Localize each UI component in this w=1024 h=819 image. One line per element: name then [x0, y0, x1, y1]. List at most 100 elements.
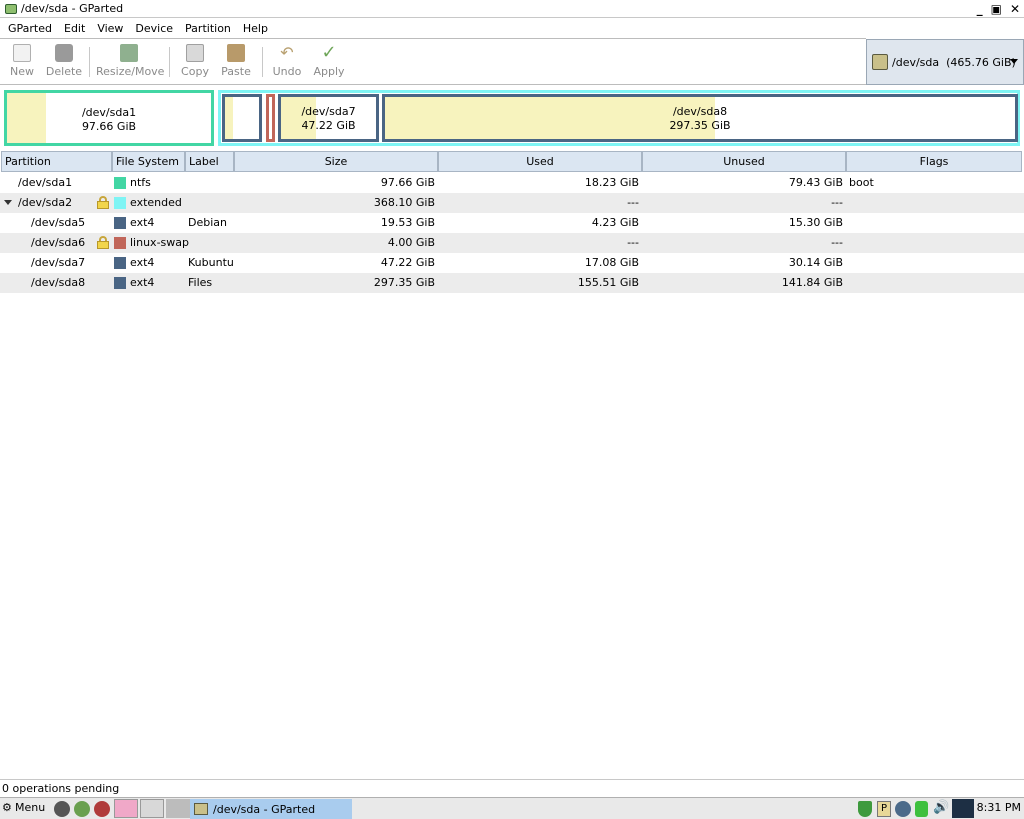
taskbar: ⚙ Menu /dev/sda - GParted P 🔊 8:31 PM — [0, 797, 1024, 819]
visual-partition-sda1[interactable]: /dev/sda1 97.66 GiB — [4, 90, 214, 146]
label-cell: Kubuntu — [188, 256, 234, 269]
visual-partition-sda5[interactable] — [222, 94, 262, 142]
visual-partition-size: 297.35 GiB — [669, 119, 731, 132]
resize-move-icon — [120, 44, 138, 62]
partition-cell: /dev/sda1 — [18, 176, 73, 189]
workspace-3-button[interactable] — [166, 799, 190, 818]
unused-cell: 141.84 GiB — [781, 276, 843, 289]
undo-button[interactable]: ↶ Undo — [270, 41, 304, 83]
taskbar-gparted-task[interactable]: /dev/sda - GParted — [190, 799, 352, 819]
expander-triangle-icon[interactable] — [4, 200, 12, 205]
filesystem-color-swatch — [114, 217, 126, 229]
column-header-unused[interactable]: Unused — [642, 151, 846, 172]
table-row[interactable]: /dev/sda6 linux-swap 4.00 GiB --- --- — [0, 233, 1024, 253]
visual-partition-name: /dev/sda1 — [81, 106, 137, 119]
filesystem-color-swatch — [114, 257, 126, 269]
clipboard-icon[interactable]: P — [877, 801, 891, 817]
menu-help[interactable]: Help — [243, 22, 268, 35]
column-header-used[interactable]: Used — [438, 151, 642, 172]
menu-view[interactable]: View — [97, 22, 123, 35]
partition-cell: /dev/sda6 — [31, 236, 86, 249]
label-cell: Files — [188, 276, 213, 289]
battery-icon[interactable] — [915, 801, 928, 817]
hexchat-icon[interactable] — [94, 801, 110, 817]
column-header-filesystem[interactable]: File System — [112, 151, 185, 172]
visual-partition-size: 47.22 GiB — [301, 119, 356, 132]
table-row[interactable]: /dev/sda2 extended 368.10 GiB --- --- — [0, 193, 1024, 213]
volume-icon[interactable]: 🔊 — [933, 801, 949, 817]
checkmark-icon: ✓ — [321, 42, 337, 63]
new-icon — [13, 44, 31, 62]
table-row[interactable]: /dev/sda5 ext4 Debian 19.53 GiB 4.23 GiB… — [0, 213, 1024, 233]
column-header-partition[interactable]: Partition — [1, 151, 112, 172]
visual-partition-sda8[interactable]: /dev/sda8 297.35 GiB — [382, 94, 1018, 142]
copy-button[interactable]: Copy — [178, 41, 212, 83]
paste-button[interactable]: Paste — [219, 41, 253, 83]
network-icon[interactable] — [895, 801, 911, 817]
harddisk-icon — [872, 54, 888, 70]
resize-move-button[interactable]: Resize/Move — [96, 41, 164, 83]
filesystem-cell: ext4 — [130, 256, 155, 269]
start-menu-button[interactable]: Menu — [15, 801, 45, 817]
filesystem-color-swatch — [114, 197, 126, 209]
task-label: /dev/sda - GParted — [213, 802, 316, 816]
menu-bar: GParted Edit View Device Partition Help — [0, 19, 1024, 38]
filesystem-cell: ext4 — [130, 216, 155, 229]
partition-table-header: Partition File System Label Size Used Un… — [0, 151, 1024, 172]
column-header-size[interactable]: Size — [234, 151, 438, 172]
partition-cell: /dev/sda8 — [31, 276, 86, 289]
filesystem-color-swatch — [114, 177, 126, 189]
delete-button[interactable]: Delete — [44, 41, 84, 83]
lock-icon — [97, 196, 109, 209]
visual-partition-name: /dev/sda8 — [672, 105, 728, 118]
toolbar-separator — [262, 47, 263, 77]
column-header-label[interactable]: Label — [185, 151, 234, 172]
maximize-icon[interactable]: ▣ — [991, 2, 1002, 16]
lock-icon — [97, 236, 109, 249]
chevron-down-icon[interactable] — [1010, 59, 1018, 64]
gparted-app-icon — [5, 3, 17, 14]
visual-partition-sda2-extended[interactable]: /dev/sda7 47.22 GiB /dev/sda8 297.35 GiB — [218, 90, 1020, 146]
used-cell: --- — [627, 196, 639, 209]
toolbar: New Delete Resize/Move Copy Paste ↶ Undo… — [0, 38, 866, 85]
visual-partition-sda7[interactable]: /dev/sda7 47.22 GiB — [278, 94, 379, 142]
used-cell: 17.08 GiB — [584, 256, 639, 269]
new-button[interactable]: New — [6, 41, 38, 83]
visual-partition-sda6[interactable] — [266, 94, 275, 142]
used-cell: 4.23 GiB — [591, 216, 639, 229]
table-row[interactable]: /dev/sda1 ntfs 97.66 GiB 18.23 GiB 79.43… — [0, 173, 1024, 193]
title-bar: /dev/sda - GParted _ ▣ ✕ — [0, 0, 1024, 18]
minimize-icon[interactable]: _ — [977, 2, 983, 16]
workspace-1-button[interactable] — [114, 799, 138, 818]
column-header-flags[interactable]: Flags — [846, 151, 1022, 172]
menu-partition[interactable]: Partition — [185, 22, 231, 35]
operations-pending-text: 0 operations pending — [2, 782, 120, 795]
table-row[interactable]: /dev/sda8 ext4 Files 297.35 GiB 155.51 G… — [0, 273, 1024, 293]
menu-edit[interactable]: Edit — [64, 22, 85, 35]
size-cell: 297.35 GiB — [373, 276, 435, 289]
unused-cell: --- — [831, 236, 843, 249]
size-cell: 47.22 GiB — [380, 256, 435, 269]
filesystem-cell: linux-swap — [130, 236, 189, 249]
table-row[interactable]: /dev/sda7 ext4 Kubuntu 47.22 GiB 17.08 G… — [0, 253, 1024, 273]
x-terminal-icon[interactable] — [54, 801, 70, 817]
browser-icon[interactable] — [74, 801, 90, 817]
menu-device[interactable]: Device — [135, 22, 173, 35]
apply-button[interactable]: ✓ Apply — [311, 41, 347, 83]
toolbar-separator — [169, 47, 170, 77]
unused-cell: 79.43 GiB — [788, 176, 843, 189]
close-icon[interactable]: ✕ — [1010, 2, 1020, 16]
window-title: /dev/sda - GParted — [21, 2, 124, 15]
copy-icon — [186, 44, 204, 62]
clock[interactable]: 8:31 PM — [977, 801, 1021, 814]
used-space-fill — [225, 97, 233, 139]
visual-partition-size: 97.66 GiB — [81, 120, 137, 133]
workspace-2-button[interactable] — [140, 799, 164, 818]
gparted-app-icon — [194, 803, 208, 815]
device-selector[interactable]: /dev/sda (465.76 GiB) — [866, 39, 1024, 85]
status-bar: 0 operations pending — [0, 779, 1024, 796]
menu-gparted[interactable]: GParted — [8, 22, 52, 35]
used-cell: --- — [627, 236, 639, 249]
undo-icon: ↶ — [280, 43, 294, 62]
shield-icon[interactable] — [858, 801, 872, 817]
